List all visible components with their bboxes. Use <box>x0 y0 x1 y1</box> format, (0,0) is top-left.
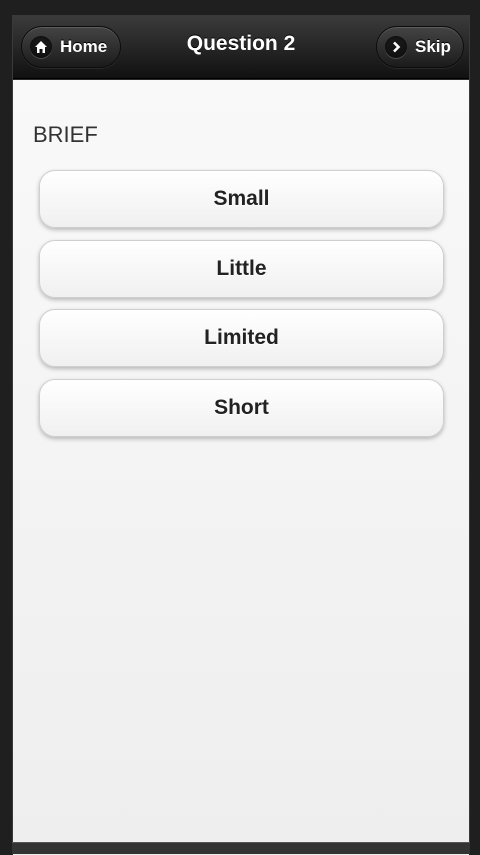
answer-option-short[interactable]: Short <box>39 379 444 437</box>
header-bar: Home Question 2 Skip <box>13 16 469 79</box>
answer-option-limited[interactable]: Limited <box>39 309 444 367</box>
footer-bar <box>12 842 470 854</box>
skip-button[interactable]: Skip <box>376 26 464 68</box>
answer-option-small[interactable]: Small <box>39 170 444 228</box>
answer-option-little[interactable]: Little <box>39 240 444 298</box>
question-word: BRIEF <box>33 122 98 147</box>
chevron-right-icon <box>385 36 407 58</box>
app-frame: Home Question 2 Skip BRIEF Small Little … <box>12 15 470 855</box>
content-area: BRIEF Small Little Limited Short <box>13 80 469 855</box>
skip-button-label: Skip <box>415 37 451 56</box>
